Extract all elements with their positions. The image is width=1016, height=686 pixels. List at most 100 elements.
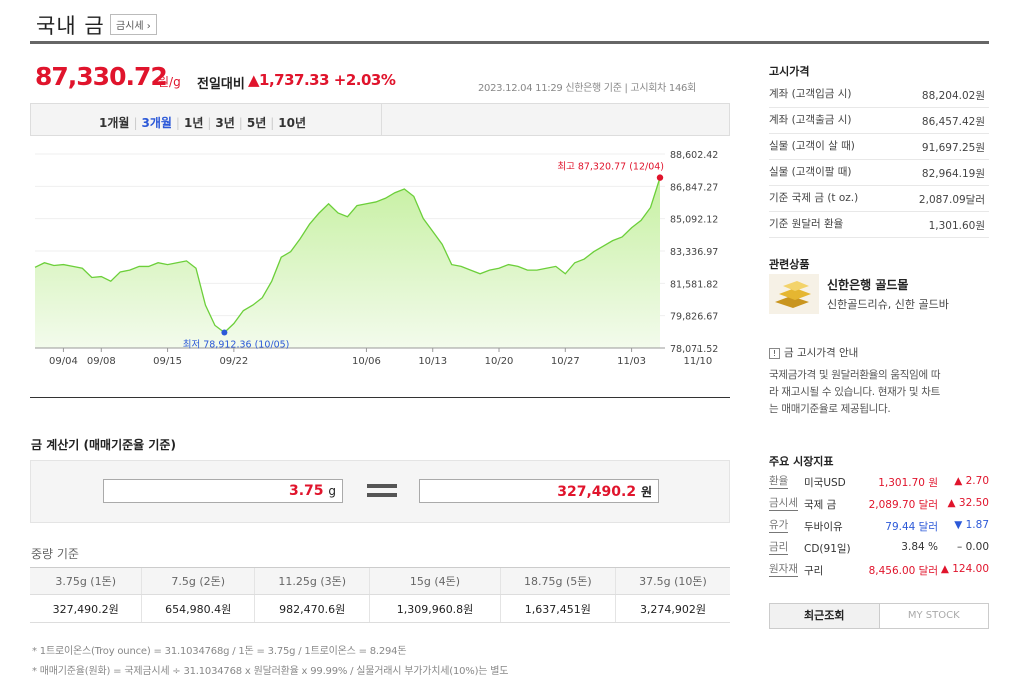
related-product-desc: 신한골드리슈, 신한 골드바 xyxy=(827,298,949,311)
market-title: 주요 시장지표 xyxy=(769,455,834,468)
weight-value: 3,274,902원 xyxy=(614,594,730,623)
tab-separator: | xyxy=(270,116,275,130)
period-tab[interactable]: 3개월 xyxy=(141,116,171,130)
tab-separator: | xyxy=(238,116,243,130)
weight-header: 18.75g (5돈) xyxy=(499,567,616,595)
gold-bar-icon[interactable] xyxy=(769,274,819,314)
weight-value: 654,980.4원 xyxy=(141,594,255,623)
gold-price-link[interactable]: 금시세 › xyxy=(110,14,157,35)
related-title: 관련상품 xyxy=(769,258,810,271)
notice-value: 1,301.60원 xyxy=(928,220,985,232)
notice-label: 실물 (고객이팔 때) xyxy=(769,166,852,178)
notice-label: 계좌 (고객출금 시) xyxy=(769,114,852,126)
weight-value: 3.75 xyxy=(288,483,324,499)
market-value: 8,456.00 달러 xyxy=(868,565,938,577)
note-troy: * 1트로이온스(Troy ounce) = 31.1034768g / 1돈 … xyxy=(32,646,407,657)
calc-title: 금 계산기 (매매기준율 기준) xyxy=(31,438,176,452)
weight-input[interactable]: 3.75 g xyxy=(103,479,343,503)
x-tick-label: 10/20 xyxy=(485,356,514,367)
market-change: ▲ 124.00 xyxy=(940,563,989,575)
notice-label: 기준 원달러 환율 xyxy=(769,218,844,230)
guide-line: 국제금가격 및 원달러환율의 움직임에 따 xyxy=(769,369,941,381)
period-tab[interactable]: 3년 xyxy=(215,116,234,130)
row-divider xyxy=(769,185,989,186)
weight-header: 7.5g (2돈) xyxy=(141,567,255,595)
price-change: ▲1,737.33 +2.03% xyxy=(248,71,396,89)
weight-unit: g xyxy=(328,484,336,498)
market-name: 구리 xyxy=(804,565,824,577)
notice-label: 기준 국제 금 (t oz.) xyxy=(769,192,859,204)
weight-value: 327,490.2원 xyxy=(30,594,142,623)
market-value: 3.84 % xyxy=(901,541,938,553)
gold-bar-image xyxy=(769,274,819,314)
y-tick-label: 85,092.12 xyxy=(670,215,718,226)
guide-title-text: 금 고시가격 안내 xyxy=(784,347,859,359)
x-tick-label: 11/10 xyxy=(683,356,712,367)
period-tab[interactable]: 1개월 xyxy=(99,116,129,130)
chart-bottom-divider xyxy=(30,397,730,398)
x-tick-label: 09/04 xyxy=(49,356,78,367)
weight-value: 982,470.6원 xyxy=(254,594,370,623)
row-divider xyxy=(769,237,989,238)
period-tab[interactable]: 1년 xyxy=(184,116,203,130)
price-meta: 2023.12.04 11:29 신한은행 기준 | 고시회차 146회 xyxy=(478,83,697,94)
header-divider xyxy=(30,41,989,44)
row-divider xyxy=(769,107,989,108)
market-category: 유가 xyxy=(769,519,789,533)
notice-value: 2,087.09달러 xyxy=(918,194,985,206)
max-marker xyxy=(656,174,664,181)
period-tab[interactable]: 10년 xyxy=(278,116,306,130)
tab-separator: | xyxy=(133,116,138,130)
weight-header: 37.5g (10돈) xyxy=(614,567,730,595)
market-name: 두바이유 xyxy=(804,521,843,533)
change-label: 전일대비 xyxy=(197,77,245,92)
guide-title: ! 금 고시가격 안내 xyxy=(769,345,858,360)
notice-title: 고시가격 xyxy=(769,65,810,78)
market-category: 금리 xyxy=(769,541,789,555)
market-value: 79.44 달러 xyxy=(885,521,938,533)
guide-line: 라 재고시될 수 있습니다. 현재가 및 차트 xyxy=(769,386,941,398)
y-tick-label: 78,071.52 xyxy=(670,344,718,355)
x-tick-label: 11/03 xyxy=(617,356,646,367)
min-label: 최저 78,912.36 (10/05) xyxy=(183,340,290,351)
notice-label: 계좌 (고객입금 시) xyxy=(769,88,852,100)
bottom-tabs: 최근조회 MY STOCK xyxy=(769,603,989,629)
market-change: ▲ 2.70 xyxy=(954,475,989,487)
tab-separator: | xyxy=(175,116,180,130)
current-price: 87,330.72 xyxy=(35,62,168,91)
market-name: CD(91일) xyxy=(804,543,851,555)
equals-icon-lower xyxy=(367,493,397,497)
min-marker xyxy=(221,329,228,336)
tab-recent[interactable]: 최근조회 xyxy=(770,604,880,628)
price-unit: 원/g xyxy=(158,75,181,89)
notice-value: 88,204.02원 xyxy=(921,90,985,102)
market-change: ▲ 32.50 xyxy=(947,497,989,509)
x-tick-label: 09/15 xyxy=(153,356,182,367)
market-change: – 0.00 xyxy=(957,541,989,553)
y-tick-label: 88,602.42 xyxy=(670,150,718,161)
period-tab[interactable]: 5년 xyxy=(247,116,266,130)
related-product-name[interactable]: 신한은행 골드몰 xyxy=(827,276,908,293)
market-value: 1,301.70 원 xyxy=(878,477,938,489)
market-name: 미국USD xyxy=(804,477,846,489)
weight-value: 1,309,960.8원 xyxy=(369,594,501,623)
notice-value: 91,697.25원 xyxy=(921,142,985,154)
x-tick-label: 10/13 xyxy=(418,356,447,367)
x-tick-label: 10/06 xyxy=(352,356,381,367)
y-tick-label: 81,581.82 xyxy=(670,279,718,290)
row-divider xyxy=(769,211,989,212)
price-result: 327,490.2 원 xyxy=(419,479,659,503)
x-tick-label: 09/08 xyxy=(87,356,116,367)
weight-table: 3.75g (1돈) 7.5g (2돈) 11.25g (3돈) 15g (4돈) 18… xyxy=(30,567,730,623)
y-tick-label: 79,826.67 xyxy=(670,312,718,323)
tab-mystock[interactable]: MY STOCK xyxy=(880,604,989,628)
weight-value: 1,637,451원 xyxy=(499,594,616,623)
market-name: 국제 금 xyxy=(804,499,837,511)
note-formula: * 매매기준율(원화) = 국제금시세 ÷ 31.1034768 x 원달러환율… xyxy=(32,666,509,677)
x-tick-label: 09/22 xyxy=(219,356,248,367)
weight-header: 15g (4돈) xyxy=(369,567,501,595)
x-tick-label: 10/27 xyxy=(551,356,580,367)
row-divider xyxy=(769,159,989,160)
equals-icon xyxy=(367,484,397,488)
weight-header: 3.75g (1돈) xyxy=(30,567,142,595)
